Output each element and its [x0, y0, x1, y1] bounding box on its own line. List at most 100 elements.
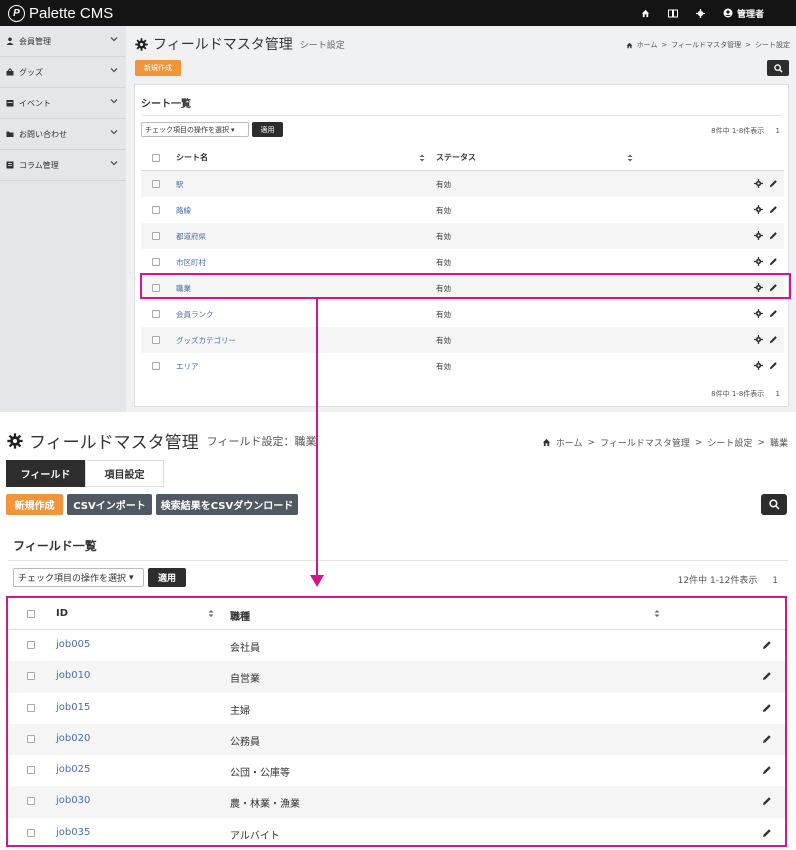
bulk-action-value: チェック項目の操作を選択 [145, 125, 229, 134]
sidebar-item-label: 会員管理 [19, 36, 51, 46]
sheet-name-link[interactable]: 路線 [176, 205, 191, 216]
select-all-checkbox[interactable] [152, 154, 160, 162]
status-text: 有効 [436, 257, 451, 267]
page-title-text: フィールドマスタ管理 [153, 37, 293, 53]
row-checkbox[interactable] [152, 310, 160, 318]
table-row: エリア 有効 [141, 353, 784, 379]
page-number[interactable]: 1 [772, 576, 778, 586]
divider [8, 560, 788, 561]
gear-icon[interactable] [754, 335, 763, 344]
tab-item-settings[interactable]: 項目設定 [85, 460, 164, 487]
page-title: フィールドマスタ管理 シート設定 [135, 34, 345, 54]
breadcrumb-sheet-settings: シート設定 [755, 41, 790, 49]
sidebar-item-inquiries[interactable]: お問い合わせ [0, 119, 126, 150]
page-number[interactable]: 1 [776, 390, 780, 398]
breadcrumb-field-master[interactable]: フィールドマスタ管理 [600, 436, 690, 449]
pencil-icon[interactable] [769, 335, 778, 344]
sheet-name-link[interactable]: 都道府県 [176, 231, 206, 242]
gear-icon[interactable] [754, 361, 763, 370]
row-checkbox[interactable] [152, 258, 160, 266]
pencil-icon[interactable] [769, 179, 778, 188]
breadcrumb-separator: > [661, 41, 668, 49]
sidebar-item-goods[interactable]: グッズ [0, 57, 126, 88]
column-header-status[interactable]: ステータス [436, 152, 476, 163]
row-checkbox[interactable] [152, 206, 160, 214]
page-number[interactable]: 1 [776, 127, 780, 135]
chevron-down-icon [110, 130, 118, 135]
row-checkbox[interactable] [152, 232, 160, 240]
divider [141, 115, 782, 116]
caret-down-icon: ▾ [231, 125, 235, 134]
user-circle-icon [723, 8, 733, 18]
pencil-icon[interactable] [769, 361, 778, 370]
new-button[interactable]: 新規作成 [6, 494, 63, 515]
sidebar-item-columns[interactable]: コラム管理 [0, 150, 126, 181]
sheet-name-link[interactable]: 駅 [176, 179, 184, 190]
tab-fields[interactable]: フィールド [6, 460, 85, 487]
gear-icon [7, 432, 23, 449]
pencil-icon[interactable] [769, 205, 778, 214]
gear-icon[interactable] [695, 8, 705, 18]
home-icon [542, 438, 550, 447]
highlight-row-frame [140, 273, 791, 299]
home-icon[interactable] [641, 9, 650, 18]
admin-label: 管理者 [736, 9, 764, 20]
pencil-icon[interactable] [769, 231, 778, 240]
sheet-name-link[interactable]: 市区町村 [176, 257, 206, 268]
row-checkbox[interactable] [152, 362, 160, 370]
search-button[interactable] [767, 60, 789, 76]
home-icon [626, 42, 632, 48]
row-checkbox[interactable] [152, 180, 160, 188]
book-open-icon[interactable] [667, 9, 678, 18]
row-actions [754, 205, 778, 214]
sort-icon[interactable] [419, 154, 425, 162]
row-checkbox[interactable] [152, 336, 160, 344]
card-title: シート一覧 [141, 99, 191, 110]
table-row: 市区町村 有効 [141, 249, 784, 275]
admin-menu[interactable]: 管理者 [723, 7, 764, 20]
sidebar-item-events[interactable]: イベント [0, 88, 126, 119]
chevron-down-icon [110, 99, 118, 104]
breadcrumb-home[interactable]: ホーム [637, 40, 658, 50]
sheet-name-link[interactable]: グッズカテゴリー [176, 335, 236, 346]
column-header-sheet-name[interactable]: シート名 [176, 152, 208, 163]
pencil-icon[interactable] [769, 257, 778, 266]
apply-button[interactable]: 適用 [148, 568, 186, 587]
gear-icon[interactable] [754, 309, 763, 318]
csv-download-button[interactable]: 検索結果をCSVダウンロード [156, 494, 298, 515]
sheet-name-link[interactable]: エリア [176, 361, 199, 372]
search-button[interactable] [761, 494, 787, 515]
bag-icon [6, 68, 14, 76]
page-subtitle: フィールド設定：職業 [206, 434, 317, 448]
gear-icon[interactable] [754, 179, 763, 188]
top-navbar: P Palette CMS 管理者 [0, 0, 796, 26]
breadcrumb-home[interactable]: ホーム [556, 436, 583, 449]
gear-icon[interactable] [754, 257, 763, 266]
row-actions [754, 179, 778, 188]
sidebar-item-members[interactable]: 会員管理 [0, 26, 126, 57]
apply-button[interactable]: 適用 [252, 122, 283, 137]
status-text: 有効 [436, 361, 451, 371]
status-text: 有効 [436, 205, 451, 215]
gear-icon[interactable] [754, 231, 763, 240]
sheet-name-link[interactable]: 会員ランク [176, 309, 214, 320]
sort-icon[interactable] [627, 154, 633, 162]
row-actions [754, 257, 778, 266]
bulk-action-select[interactable]: チェック項目の操作を選択 ▾ [141, 122, 249, 137]
breadcrumb-sheet-settings[interactable]: シート設定 [707, 436, 752, 449]
app-logo[interactable]: P Palette CMS [8, 4, 113, 22]
bulk-action-select[interactable]: チェック項目の操作を選択 ▾ [13, 568, 144, 587]
table-row: 会員ランク 有効 [141, 301, 784, 327]
breadcrumb-field-master[interactable]: フィールドマスタ管理 [671, 40, 741, 50]
gear-icon[interactable] [754, 205, 763, 214]
new-button[interactable]: 新規作成 [135, 60, 181, 76]
connector-arrow-head [310, 575, 324, 587]
status-text: 有効 [436, 309, 451, 319]
sheet-table: シート名 ステータス 駅 有効 路線 有効 都道府県 有効 市区町村 有効 職業… [141, 145, 784, 379]
csv-import-button[interactable]: CSVインポート [67, 494, 152, 515]
search-icon [773, 63, 783, 73]
sidebar-item-label: お問い合わせ [19, 129, 67, 139]
pencil-icon[interactable] [769, 309, 778, 318]
sheet-settings-screen: P Palette CMS 管理者 会員管理 グッズ イベント お問い合わせ コ… [0, 0, 796, 412]
breadcrumb: ホーム > フィールドマスタ管理 > シート設定 > 職業 [542, 436, 788, 449]
